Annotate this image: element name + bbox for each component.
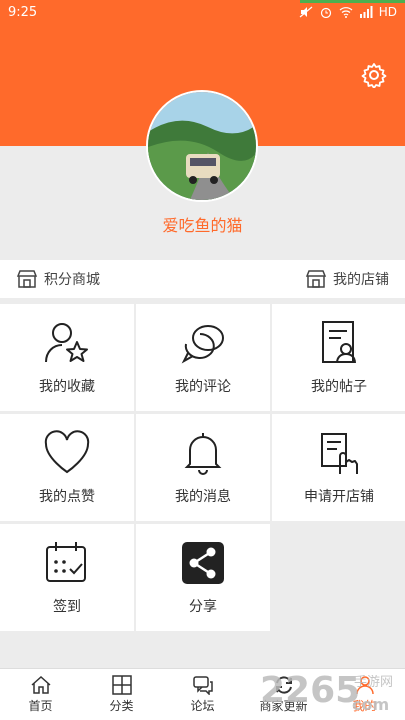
share-icon: [182, 541, 224, 584]
alarm-icon: [320, 7, 331, 18]
grid-item-likes[interactable]: 我的点赞: [0, 414, 134, 521]
avatar[interactable]: [146, 90, 258, 202]
hand-document-icon: [321, 432, 358, 474]
heart-icon: [44, 429, 90, 473]
tab-label: 分类: [109, 699, 134, 713]
points-mall-label: 积分商城: [44, 272, 100, 288]
grid-item-label: 申请开店铺: [304, 488, 374, 505]
grid-item-apply-shop[interactable]: 申请开店铺: [272, 414, 405, 521]
store-icon: [16, 270, 38, 288]
tab-label: 论坛: [190, 699, 215, 713]
bottom-tab-bar: 首页 分类 论坛 商家更新 我的: [0, 668, 405, 720]
my-shop-link[interactable]: 我的店铺: [305, 269, 389, 289]
grid-item-comments[interactable]: 我的评论: [136, 304, 270, 411]
grid-item-label: 我的收藏: [39, 378, 95, 395]
grid-item-label: 签到: [53, 598, 81, 615]
tab-label: 商家更新: [259, 699, 308, 713]
grid-item-label: 我的帖子: [311, 378, 367, 395]
signal-icon: [359, 6, 373, 18]
chat-bubbles-icon: [181, 324, 224, 363]
category-icon: [111, 675, 132, 695]
status-indicator-line: [300, 0, 405, 3]
document-user-icon: [322, 320, 356, 363]
function-grid: 我的收藏 我的评论 我的帖子 我的点赞 我的消息 申请开店铺 签到 分享: [0, 304, 405, 631]
store-icon: [305, 270, 327, 288]
tab-category[interactable]: 分类: [81, 669, 162, 720]
grid-item-posts[interactable]: 我的帖子: [272, 304, 405, 411]
tab-label: 首页: [28, 699, 53, 713]
points-mall-link[interactable]: 积分商城: [16, 269, 100, 289]
grid-item-label: 我的点赞: [39, 488, 95, 505]
tab-forum[interactable]: 论坛: [162, 669, 243, 720]
grid-item-checkin[interactable]: 签到: [0, 524, 134, 631]
grid-item-label: 分享: [189, 598, 217, 615]
shop-bar: 积分商城 我的店铺: [0, 260, 405, 298]
gear-icon[interactable]: [361, 62, 387, 88]
grid-item-favorites[interactable]: 我的收藏: [0, 304, 134, 411]
grid-item-label: 我的评论: [175, 378, 231, 395]
status-time: 9:25: [8, 4, 38, 20]
avatar-image: [148, 92, 256, 200]
mute-icon: [299, 6, 313, 18]
grid-item-share[interactable]: 分享: [136, 524, 270, 631]
calendar-check-icon: [46, 541, 86, 582]
refresh-icon: [275, 676, 292, 694]
username[interactable]: 爱吃鱼的猫: [0, 212, 405, 236]
bell-icon: [184, 432, 222, 475]
tab-merchant-updates[interactable]: 商家更新: [243, 669, 324, 720]
wifi-icon: [339, 7, 353, 18]
my-shop-label: 我的店铺: [333, 272, 389, 288]
tab-home[interactable]: 首页: [0, 669, 81, 720]
network-type: HD: [378, 5, 397, 19]
tab-label: 我的: [352, 699, 377, 713]
home-icon: [31, 675, 50, 694]
grid-item-messages[interactable]: 我的消息: [136, 414, 270, 521]
status-bar: 9:25 HD: [0, 0, 405, 24]
user-star-icon: [45, 322, 88, 362]
grid-item-label: 我的消息: [175, 488, 231, 505]
profile-icon: [355, 676, 374, 695]
tab-mine[interactable]: 我的: [324, 669, 405, 720]
forum-icon: [192, 676, 213, 695]
